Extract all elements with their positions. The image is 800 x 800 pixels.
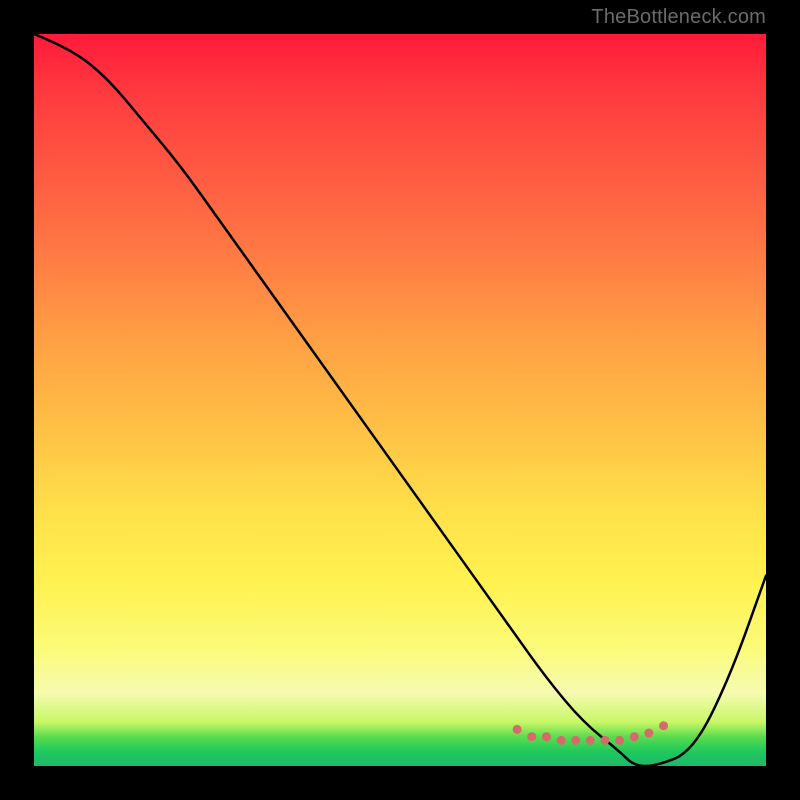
chart-frame: TheBottleneck.com xyxy=(0,0,800,800)
optimal-range-dot xyxy=(527,732,536,741)
optimal-range-dot xyxy=(542,732,551,741)
optimal-range-dot xyxy=(513,725,522,734)
optimal-range-dot xyxy=(600,736,609,745)
optimal-range-dot xyxy=(586,736,595,745)
optimal-range-dot xyxy=(571,736,580,745)
optimal-range-dot xyxy=(630,732,639,741)
optimal-range-dot xyxy=(659,721,668,730)
bottleneck-curve xyxy=(34,34,766,766)
plot-area xyxy=(34,34,766,766)
optimal-range-dot xyxy=(557,736,566,745)
curve-layer xyxy=(34,34,766,766)
attribution-text: TheBottleneck.com xyxy=(591,6,766,29)
optimal-range-dot xyxy=(615,736,624,745)
optimal-range-dot xyxy=(644,729,653,738)
